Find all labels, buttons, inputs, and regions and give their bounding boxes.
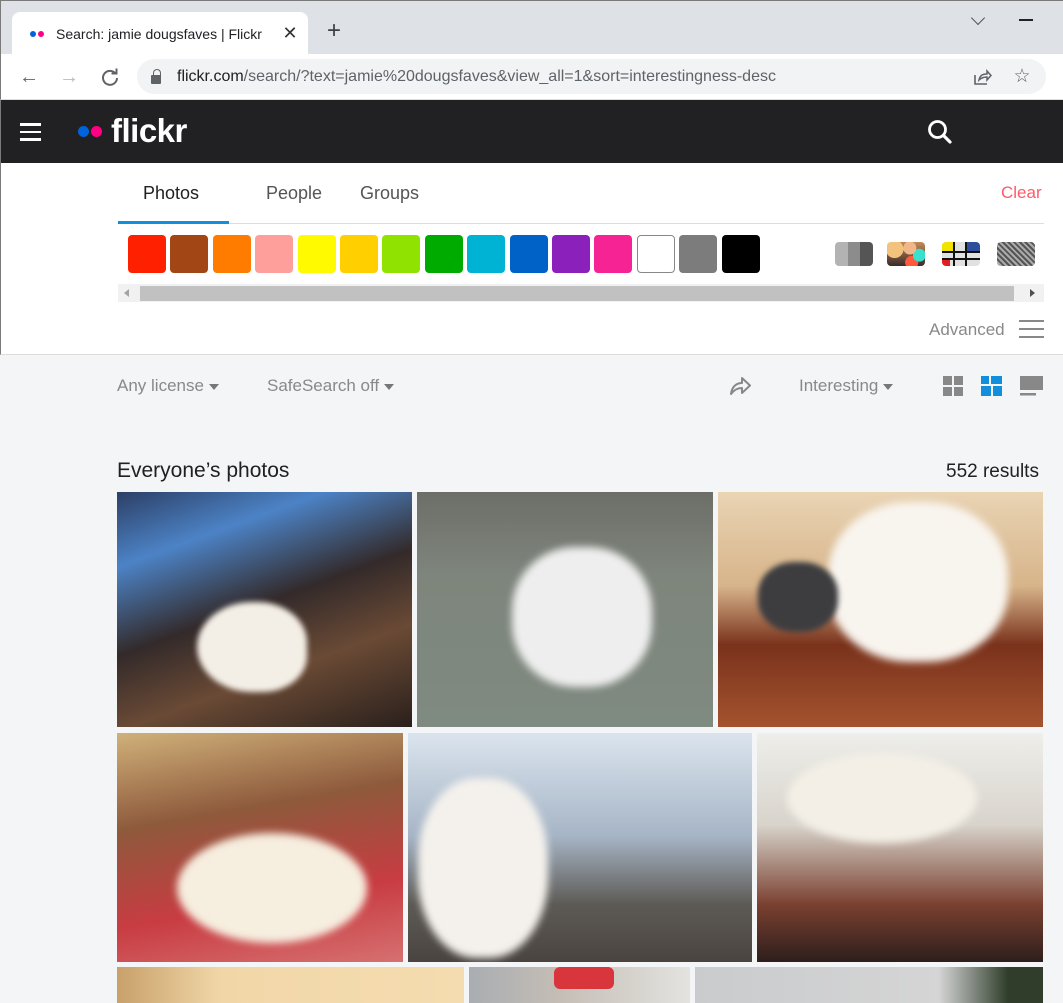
grid-view-icon[interactable] (943, 376, 964, 396)
style-minimalist[interactable] (942, 242, 980, 266)
color-swatch-blue[interactable] (509, 235, 548, 273)
tab-photos[interactable]: Photos (143, 183, 199, 204)
license-dropdown[interactable]: Any license (117, 376, 219, 396)
clear-button[interactable]: Clear (1001, 183, 1042, 203)
browser-toolbar: ← → flickr.com/search/?text=jamie%20doug… (0, 54, 1063, 100)
flickr-logo[interactable]: flickr (78, 112, 187, 150)
photo-subject (418, 778, 548, 958)
search-filter-panel: Photos People Groups Clear Advanced (0, 163, 1063, 355)
color-swatch-pale-pink[interactable] (255, 235, 294, 273)
photo-subject (758, 562, 838, 632)
scroll-right-arrow-icon[interactable] (1030, 289, 1035, 297)
photo-subject (828, 502, 1008, 662)
url-text[interactable]: flickr.com/search/?text=jamie%20dougsfav… (177, 68, 776, 86)
scrollbar-thumb[interactable] (140, 286, 1014, 301)
color-swatch-gray[interactable] (679, 235, 718, 273)
photo-subject (512, 547, 652, 687)
photo-tile[interactable] (117, 967, 464, 1003)
close-tab-icon[interactable]: ✕ (278, 23, 302, 44)
color-swatch-green[interactable] (382, 235, 421, 273)
license-label: Any license (117, 376, 204, 395)
photo-tile[interactable] (757, 733, 1043, 962)
logo-pink-dot (91, 125, 102, 137)
hamburger-menu-icon[interactable] (20, 123, 41, 141)
active-tab-indicator (118, 221, 229, 224)
reload-icon[interactable] (96, 63, 124, 91)
color-swatch-orange[interactable] (212, 235, 251, 273)
scroll-left-arrow-icon[interactable] (124, 289, 129, 297)
photo-subject (554, 967, 614, 989)
section-title: Everyone’s photos (117, 459, 290, 482)
color-swatch-dark-orange[interactable] (170, 235, 209, 273)
style-black-and-white[interactable] (835, 242, 873, 266)
forward-arrow-icon[interactable]: → (55, 63, 83, 91)
photo-tile[interactable] (117, 733, 403, 962)
back-arrow-icon[interactable]: ← (15, 63, 43, 91)
sort-dropdown[interactable]: Interesting (799, 376, 894, 396)
color-swatch-black[interactable] (721, 235, 760, 273)
results-count: 552 results (946, 461, 1039, 482)
photo-tile[interactable] (718, 492, 1043, 727)
justified-view-icon[interactable] (981, 376, 1002, 396)
search-type-tabs: Photos People Groups (118, 163, 1044, 224)
tab-groups[interactable]: Groups (360, 183, 419, 204)
share-page-icon[interactable] (970, 65, 994, 89)
color-swatch-red[interactable] (128, 235, 166, 273)
flickr-favicon-icon (30, 30, 44, 37)
tab-title: Search: jamie dougsfaves | Flickr (56, 25, 262, 42)
advanced-search-link[interactable]: Advanced (929, 320, 1005, 340)
address-bar[interactable]: flickr.com/search/?text=jamie%20dougsfav… (137, 59, 1046, 94)
single-view-icon[interactable] (1020, 376, 1043, 396)
sort-label: Interesting (799, 376, 879, 395)
safesearch-label: SafeSearch off (267, 376, 380, 395)
style-shallow-depth-of-field[interactable] (887, 242, 925, 266)
photo-subject (787, 753, 977, 843)
minimize-icon[interactable] (1019, 19, 1033, 21)
caret-down-icon (208, 384, 219, 390)
photo-tile[interactable] (117, 492, 412, 727)
logo-text: flickr (111, 112, 187, 149)
photo-subject (197, 602, 307, 692)
new-tab-icon[interactable]: + (327, 19, 341, 43)
logo-blue-dot (78, 125, 89, 137)
browser-tab[interactable]: Search: jamie dougsfaves | Flickr ✕ (12, 12, 308, 55)
color-swatch-pink[interactable] (594, 235, 633, 273)
color-swatch-white[interactable] (636, 235, 675, 273)
photo-tile[interactable] (469, 967, 690, 1003)
swatch-horizontal-scrollbar[interactable] (118, 284, 1044, 302)
color-swatch-cyan[interactable] (467, 235, 506, 273)
share-icon[interactable] (728, 375, 752, 397)
photo-tile[interactable] (695, 967, 1043, 1003)
advanced-sliders-icon[interactable] (1019, 319, 1044, 339)
photo-tile[interactable] (417, 492, 713, 727)
caret-down-icon (384, 384, 395, 390)
lock-icon (151, 68, 161, 84)
site-header: flickr (0, 100, 1063, 163)
tab-search-chevron-icon[interactable] (969, 11, 989, 31)
color-swatch-lemon-yellow[interactable] (297, 235, 336, 273)
color-swatch-school-bus-yellow[interactable] (340, 235, 378, 273)
search-icon[interactable] (927, 119, 953, 145)
photo-tile[interactable] (408, 733, 752, 962)
tab-people[interactable]: People (266, 183, 322, 204)
color-swatch-dark-lime-green[interactable] (424, 235, 463, 273)
photo-subject (177, 833, 367, 943)
style-patterns[interactable] (997, 242, 1035, 266)
color-swatch-violet[interactable] (552, 235, 590, 273)
browser-tabstrip: Search: jamie dougsfaves | Flickr ✕ + (0, 0, 1063, 55)
safesearch-dropdown[interactable]: SafeSearch off (267, 376, 395, 396)
caret-down-icon (883, 384, 894, 390)
bookmark-star-icon[interactable]: ☆ (1010, 65, 1034, 89)
